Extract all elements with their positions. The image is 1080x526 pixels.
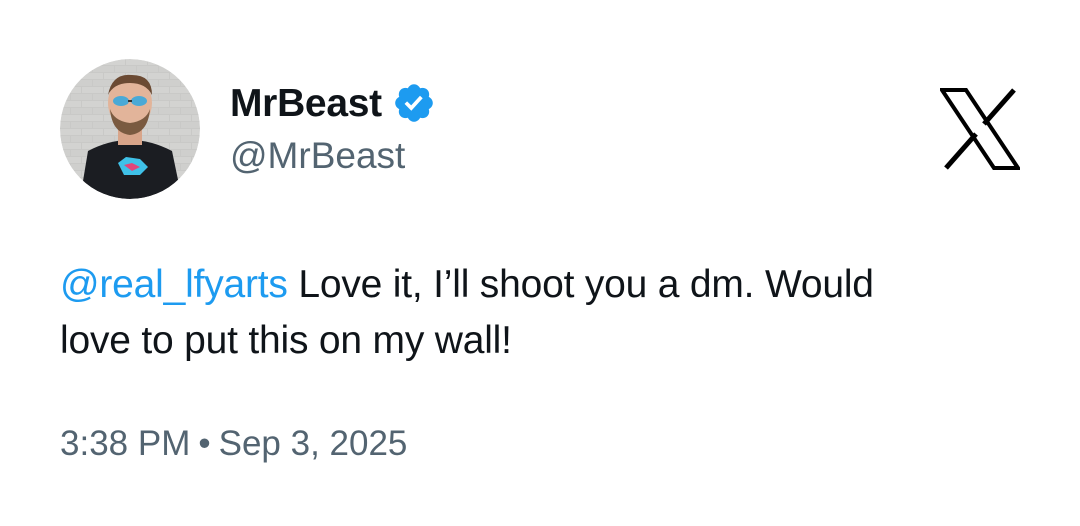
- author-name-row[interactable]: MrBeast: [230, 78, 436, 128]
- display-name[interactable]: MrBeast: [230, 84, 382, 123]
- x-logo-icon[interactable]: [938, 88, 1022, 170]
- tweet-card: MrBeast @MrBeast @real_lfyarts Love it, …: [0, 0, 1080, 526]
- verified-badge-icon: [392, 81, 436, 125]
- author-handle[interactable]: @MrBeast: [230, 134, 405, 178]
- avatar[interactable]: [60, 59, 200, 199]
- tweet-date[interactable]: Sep 3, 2025: [219, 423, 408, 465]
- tweet-text: @real_lfyarts Love it, I’ll shoot you a …: [60, 257, 1040, 369]
- tweet-time[interactable]: 3:38 PM: [60, 423, 190, 465]
- tweet-text-line2: love to put this on my wall!: [60, 319, 512, 362]
- tweet-timestamp[interactable]: 3:38 PM • Sep 3, 2025: [60, 423, 407, 465]
- mention-link[interactable]: @real_lfyarts: [60, 263, 288, 306]
- separator-dot: •: [198, 424, 211, 463]
- avatar-image: [60, 59, 200, 199]
- tweet-text-line1: Love it, I’ll shoot you a dm. Would: [287, 263, 874, 306]
